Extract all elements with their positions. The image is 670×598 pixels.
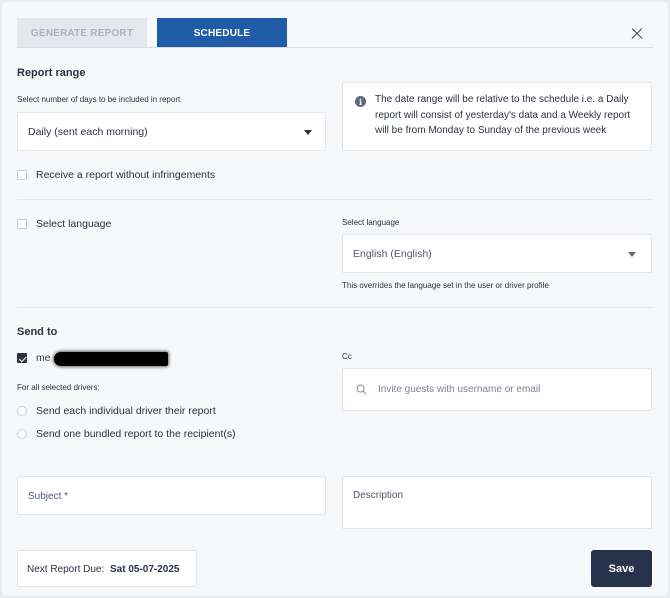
description-placeholder: Description — [353, 490, 404, 501]
radio-bundled[interactable] — [17, 429, 27, 439]
next-due-value: Sat 05-07-2025 — [110, 564, 180, 575]
days-select[interactable]: Daily (sent each morning) — [17, 112, 326, 151]
tab-schedule[interactable]: SCHEDULE — [157, 18, 287, 48]
subject-input[interactable]: Subject * — [17, 476, 326, 515]
report-range-title: Report range — [17, 67, 86, 79]
days-select-value: Daily (sent each morning) — [28, 125, 148, 138]
language-checkbox-label: Select language — [36, 218, 112, 230]
me-label: me — [36, 352, 51, 364]
tab-generate-report[interactable]: GENERATE REPORT — [17, 18, 147, 48]
next-report-due-box: Next Report Due: Sat 05-07-2025 — [17, 550, 197, 587]
next-due-label: Next Report Due: — [27, 564, 105, 575]
send-to-title: Send to — [17, 326, 58, 338]
section-divider — [17, 199, 653, 200]
language-hint: This overrides the language set in the u… — [342, 281, 549, 290]
language-select[interactable]: English (English) — [342, 234, 652, 273]
option-individual-label: Send each individual driver their report — [36, 405, 216, 417]
me-checkbox[interactable] — [17, 353, 27, 363]
language-select-label: Select language — [342, 218, 400, 227]
language-checkbox[interactable] — [17, 219, 27, 229]
language-select-value: English (English) — [353, 247, 432, 260]
tab-divider — [17, 47, 653, 48]
caret-down-icon — [628, 252, 636, 257]
search-icon — [356, 384, 367, 395]
info-icon: i — [355, 96, 366, 107]
subject-placeholder: Subject * — [28, 491, 69, 502]
radio-individual[interactable] — [17, 406, 27, 416]
description-input[interactable]: Description — [342, 476, 652, 529]
caret-down-icon — [304, 130, 312, 135]
option-bundled-label: Send one bundled report to the recipient… — [36, 428, 236, 440]
redacted-email — [54, 352, 168, 366]
infringements-label: Receive a report without infringements — [36, 169, 216, 181]
cc-label: Cc — [342, 352, 352, 361]
close-icon[interactable] — [629, 25, 647, 43]
infringements-checkbox[interactable] — [17, 170, 27, 180]
drivers-label: For all selected drivers: — [17, 383, 100, 392]
cc-input[interactable]: Invite guests with username or email — [342, 368, 652, 411]
info-text: The date range will be relative to the s… — [375, 94, 631, 136]
info-box: i The date range will be relative to the… — [342, 82, 652, 151]
save-button[interactable]: Save — [591, 550, 652, 587]
cc-placeholder: Invite guests with username or email — [378, 384, 541, 395]
days-select-label: Select number of days to be included in … — [17, 95, 181, 104]
section-divider — [17, 307, 653, 308]
